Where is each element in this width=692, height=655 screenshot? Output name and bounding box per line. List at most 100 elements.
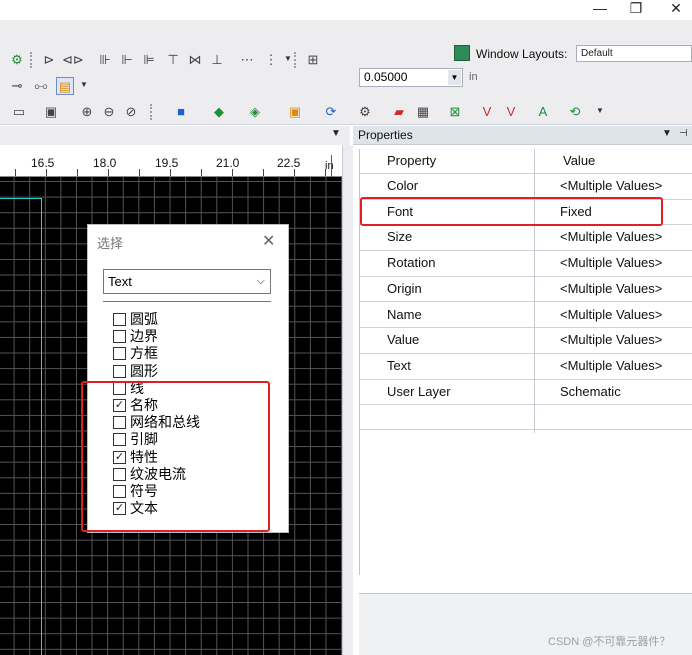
maximize-button[interactable]: ❐ — [618, 0, 654, 18]
toolbar-grip[interactable] — [150, 104, 154, 120]
netlist-icon[interactable]: ▰ — [390, 103, 408, 121]
layer-icon[interactable]: ▭ — [10, 103, 28, 121]
annotate-icon[interactable]: A — [534, 103, 552, 121]
watermark: CSDN @不可靠元器件？ — [548, 636, 671, 648]
chevron-down-icon[interactable]: ▼ — [331, 128, 341, 139]
validate-full-icon[interactable]: V — [502, 103, 520, 121]
property-value[interactable]: <Multiple Values> — [560, 255, 662, 270]
property-row[interactable]: Value <Multiple Values> — [360, 328, 692, 354]
ruler-tick — [201, 169, 202, 176]
property-row[interactable]: Text <Multiple Values> — [360, 354, 692, 380]
properties-title: Properties — [358, 128, 413, 142]
ruler-unit: in — [325, 160, 334, 172]
checkbox-unchecked[interactable] — [113, 347, 126, 361]
property-row[interactable]: User Layer Schematic — [360, 380, 692, 406]
chevron-down-icon[interactable]: ▼ — [596, 106, 604, 115]
column-header-value: Value — [563, 153, 596, 168]
property-row[interactable]: Color <Multiple Values> — [360, 174, 692, 200]
ruler-tick — [77, 169, 78, 176]
place-power-icon[interactable]: ▣ — [286, 103, 304, 121]
property-name: Text — [387, 357, 411, 373]
wire-icon[interactable]: ⊸ — [8, 77, 26, 95]
space-horizontal-icon[interactable]: ⋯ — [238, 51, 256, 69]
chevron-down-icon[interactable]: ▼ — [80, 80, 88, 89]
property-value[interactable]: <Multiple Values> — [560, 307, 662, 322]
place-part-icon[interactable]: ◆ — [210, 103, 228, 121]
checkbox-unchecked[interactable] — [113, 364, 126, 378]
toolbar-area: ⚙ ⊳ ⊲⊳ ⊪ ⊩ ⊫ ⊤ ⋈ ⊥ ⋯ ⋮ ▼ ⊞ ⊸ ⧟ ▤ ▼ ▭ ▣ ⊕… — [0, 20, 692, 125]
page-border — [0, 198, 42, 655]
panel-splitter[interactable] — [342, 145, 353, 655]
ruler-icon[interactable]: ▤ — [56, 77, 74, 95]
object-type-select[interactable]: Text ⌵ — [103, 269, 271, 294]
part-icon[interactable]: ▣ — [42, 103, 60, 121]
property-value[interactable]: <Multiple Values> — [560, 229, 662, 244]
place-net-icon[interactable]: ◈ — [246, 103, 264, 121]
history-icon[interactable]: ⟲ — [566, 103, 584, 121]
distribute-right-icon[interactable]: ⊫ — [140, 51, 158, 69]
toolbar-row-2: ⊸ ⧟ ▤ ▼ — [0, 72, 120, 100]
settings-icon[interactable]: ⚙ — [356, 103, 374, 121]
title-bar: — ❐ ✕ — [0, 0, 692, 20]
property-value[interactable]: Schematic — [560, 384, 621, 399]
table-icon[interactable]: ▦ — [414, 103, 432, 121]
validate-icon[interactable]: V — [478, 103, 496, 121]
ruler-label: 16.5 — [31, 156, 55, 170]
toolbar-grip[interactable] — [30, 52, 34, 68]
ruler-tick — [15, 169, 16, 176]
distribute-left-icon[interactable]: ⊪ — [96, 51, 114, 69]
property-value[interactable]: <Multiple Values> — [560, 178, 662, 193]
zoom-in-icon[interactable]: ⊕ — [78, 103, 96, 121]
pin-icon[interactable]: ⊣ — [679, 128, 688, 139]
property-row[interactable]: Origin <Multiple Values> — [360, 277, 692, 303]
property-value[interactable]: <Multiple Values> — [560, 281, 662, 296]
column-header-property: Property — [387, 153, 437, 168]
dialog-divider — [103, 301, 271, 302]
filter-checkbox-label: 方框 — [130, 345, 158, 362]
minimize-button[interactable]: — — [582, 0, 618, 18]
property-row[interactable]: Name <Multiple Values> — [360, 303, 692, 329]
chevron-down-icon[interactable]: ▼ — [284, 54, 292, 63]
align-top-icon[interactable]: ⊤ — [164, 51, 182, 69]
chip-icon[interactable]: ■ — [172, 103, 190, 121]
zoom-out-icon[interactable]: ⊖ — [100, 103, 118, 121]
ruler-label: 19.5 — [155, 156, 179, 170]
export-icon[interactable]: ⊠ — [446, 103, 464, 121]
property-name: Rotation — [387, 255, 436, 271]
properties-header: Properties ▼ ⊣ — [353, 126, 692, 145]
property-value[interactable]: <Multiple Values> — [560, 332, 662, 347]
toolbar-grip[interactable] — [294, 52, 298, 68]
ruler-tick — [263, 169, 264, 176]
align-bottom-icon[interactable]: ⊥ — [208, 51, 226, 69]
close-button[interactable]: ✕ — [658, 0, 692, 18]
ruler-tick — [170, 169, 171, 176]
bus-icon[interactable]: ⧟ — [32, 77, 50, 95]
checkbox-unchecked[interactable] — [113, 330, 126, 344]
space-vertical-icon[interactable]: ⋮ — [262, 51, 280, 69]
align-left-icon[interactable]: ⊳ — [40, 51, 58, 69]
filter-icon[interactable]: ⚙ — [8, 51, 26, 69]
property-name: Size — [387, 229, 413, 245]
zoom-fit-icon[interactable]: ⊘ — [122, 103, 140, 121]
mirror-icon[interactable]: ⊲⊳ — [62, 51, 84, 69]
highlight-box — [81, 381, 270, 532]
refresh-icon[interactable]: ⟳ — [322, 103, 340, 121]
property-row[interactable]: Size <Multiple Values> — [360, 225, 692, 252]
chevron-down-icon[interactable]: ▼ — [662, 128, 672, 139]
property-value[interactable]: <Multiple Values> — [560, 358, 662, 373]
filter-checkbox-label: 边界 — [130, 328, 158, 345]
close-icon[interactable]: ✕ — [262, 231, 275, 251]
toolbar-row-3: ▭ ▣ ⊕ ⊖ ⊘ ■ ◆ ◈ ▣ ⟳ ⚙ ▰ ▦ ⊠ V V A ⟲ ▼ — [0, 98, 692, 126]
align-middle-icon[interactable]: ⋈ — [186, 51, 204, 69]
unit-label: in — [469, 71, 478, 83]
chevron-down-icon: ⌵ — [256, 275, 265, 287]
filter-checkbox-label: 圆形 — [130, 362, 158, 379]
snap-grid-icon[interactable]: ⊞ — [304, 51, 322, 69]
distribute-center-icon[interactable]: ⊩ — [118, 51, 136, 69]
ruler-tick — [325, 169, 326, 176]
property-row[interactable]: Rotation <Multiple Values> — [360, 251, 692, 277]
highlight-box — [360, 197, 663, 226]
chevron-down-icon[interactable]: ▼ — [448, 70, 461, 85]
checkbox-unchecked[interactable] — [113, 313, 126, 326]
window-layouts-select[interactable]: Default — [576, 45, 692, 62]
